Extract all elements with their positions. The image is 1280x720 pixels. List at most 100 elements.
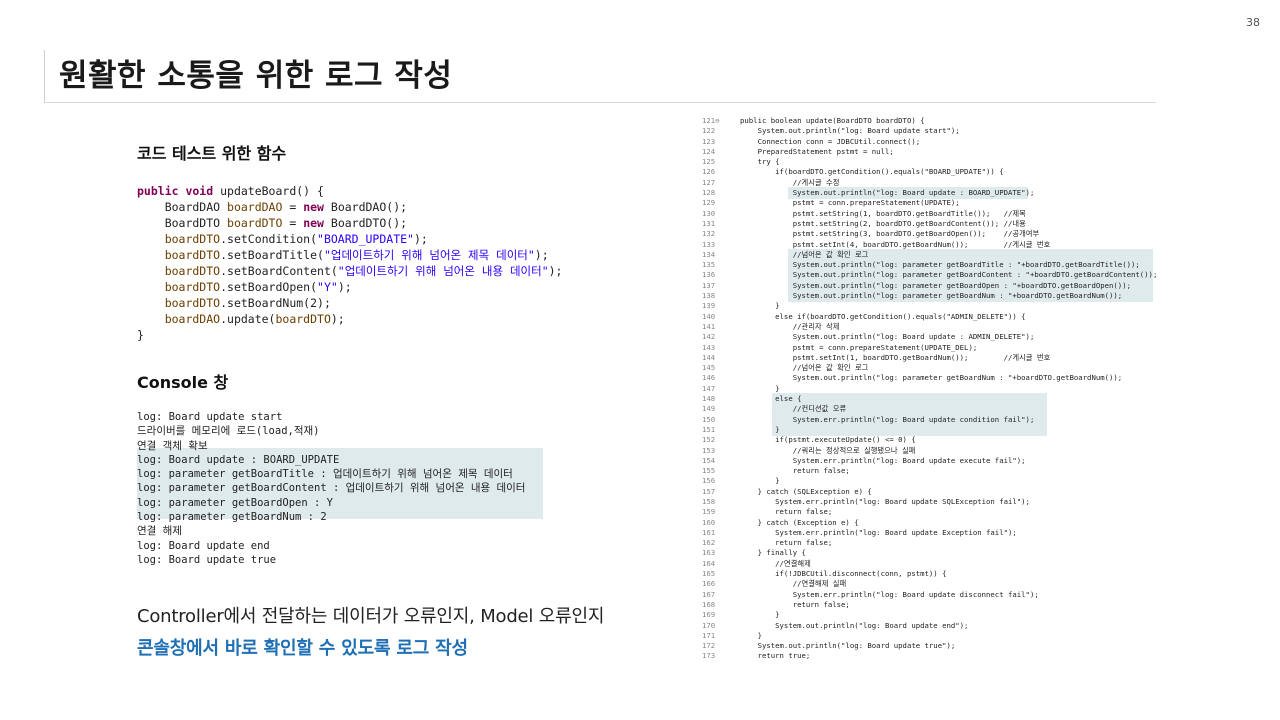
source-code-text: System.err.println("log: Board update co…: [740, 414, 1035, 424]
code-line: }: [137, 327, 657, 343]
code-line: boardDTO.setBoardOpen("Y");: [137, 279, 657, 295]
line-number: 150: [702, 414, 716, 424]
source-code-text: }: [740, 301, 780, 311]
source-code-text: try {: [740, 157, 780, 167]
console-line: log: parameter getBoardContent : 업데이트하기 …: [137, 476, 543, 494]
console-line: log: parameter getBoardNum : 2: [137, 505, 543, 523]
source-code-line: 143 pstmt = conn.prepareStatement(UPDATE…: [700, 343, 1160, 353]
line-number: 123: [702, 136, 716, 146]
line-number: 139: [702, 301, 716, 311]
code-token: "업데이트하기 위해 넘어온 내용 데이터": [337, 264, 549, 278]
code-token: public void: [137, 184, 221, 198]
source-code-line: 152 if(pstmt.executeUpdate() <= 0) {: [700, 435, 1160, 445]
line-number: 161: [702, 527, 716, 537]
console-line: log: Board update start: [137, 405, 657, 423]
line-number: 147: [702, 383, 716, 393]
source-code-line: 171 }: [700, 631, 1160, 641]
code-token: "BOARD_UPDATE": [317, 232, 414, 246]
code-token: =: [282, 200, 304, 214]
line-number: 134: [702, 249, 716, 259]
line-number: 130: [702, 208, 716, 218]
line-number: 121⊖: [702, 116, 720, 125]
source-code-text: pstmt = conn.prepareStatement(UPDATE);: [740, 198, 960, 208]
line-number: 160: [702, 517, 716, 527]
code-line: boardDTO.setBoardContent("업데이트하기 위해 넘어온 …: [137, 263, 657, 279]
code-token: .setCondition(: [220, 232, 318, 246]
source-code-line: 131 pstmt.setString(2, boardDTO.getBoard…: [700, 219, 1160, 229]
code-token: .setBoardOpen(: [220, 280, 318, 294]
source-code-text: PreparedStatement pstmt = null;: [740, 146, 894, 156]
source-code-line: 147 }: [700, 384, 1160, 394]
summary-line-1: Controller에서 전달하는 데이터가 오류인지, Model 오류인지: [137, 606, 605, 627]
source-code-text: } finally {: [740, 548, 806, 558]
source-code-text: pstmt.setString(3, boardDTO.getBoardOpen…: [740, 229, 1040, 239]
line-number: 170: [702, 620, 716, 630]
source-code-text: System.out.println("log: parameter getBo…: [740, 291, 1123, 301]
console-line: log: Board update end: [137, 534, 657, 552]
source-code-line: 123 Connection conn = JDBCUtil.connect()…: [700, 137, 1160, 147]
line-number: 125: [702, 157, 716, 167]
line-number: 157: [702, 486, 716, 496]
code-token: boardDAO: [137, 312, 221, 326]
code-line: boardDAO.update(boardDTO);: [137, 311, 657, 327]
code-token: new: [303, 200, 324, 214]
source-code-text: System.err.println("log: Board update ex…: [740, 455, 1026, 465]
source-code-line: 150 System.err.println("log: Board updat…: [700, 415, 1160, 425]
source-code-text: return false;: [740, 599, 850, 609]
line-number: 154: [702, 455, 716, 465]
source-code-text: pstmt.setString(2, boardDTO.getBoardCont…: [740, 218, 1026, 228]
code-line: boardDTO.setCondition("BOARD_UPDATE");: [137, 231, 657, 247]
summary-line-2: 콘솔창에서 바로 확인할 수 있도록 로그 작성: [137, 638, 468, 659]
source-code-text: } catch (Exception e) {: [740, 517, 859, 527]
line-number: 140: [702, 311, 716, 321]
console-output: log: Board update start 드라이버를 메모리에 로드(loa…: [137, 405, 657, 566]
code-token: BoardDAO: [137, 200, 228, 214]
line-number: 133: [702, 239, 716, 249]
source-code-text: public boolean update(BoardDTO boardDTO)…: [740, 116, 925, 125]
code-token: );: [534, 248, 549, 262]
code-token: boardDTO: [137, 296, 221, 310]
source-code-line: 134 //넘어온 값 확인 로그: [700, 250, 1160, 260]
test-function-code: public void updateBoard() { BoardDAO boa…: [137, 183, 657, 343]
source-code-line: 128 System.out.println("log: Board updat…: [700, 188, 1160, 198]
left-column: 코드 테스트 위한 함수 public void updateBoard() {…: [137, 140, 657, 566]
source-code-line: 133 pstmt.setInt(4, boardDTO.getBoardNum…: [700, 240, 1160, 250]
line-number: 143: [702, 342, 716, 352]
code-line: boardDTO.setBoardNum(2);: [137, 295, 657, 311]
code-token: boardDTO: [137, 248, 221, 262]
source-code-line: 166 //연결해제 실패: [700, 579, 1160, 589]
line-number: 124: [702, 146, 716, 156]
source-code-text: else if(boardDTO.getCondition().equals("…: [740, 311, 1026, 321]
line-number: 146: [702, 373, 716, 383]
line-number: 145: [702, 363, 716, 373]
source-code-text: Connection conn = JDBCUtil.connect();: [740, 136, 921, 146]
code-token: .update(: [220, 312, 276, 326]
code-token: .setBoardTitle(: [220, 248, 324, 262]
source-code-line: 165 if(!JDBCUtil.disconnect(conn, pstmt)…: [700, 569, 1160, 579]
source-code-line: 145 //넘어온 값 확인 로그: [700, 363, 1160, 373]
line-number: 155: [702, 466, 716, 476]
code-token: boardDTO: [275, 312, 331, 326]
source-code-line: 130 pstmt.setString(1, boardDTO.getBoard…: [700, 209, 1160, 219]
line-number: 158: [702, 496, 716, 506]
code-token: }: [137, 328, 144, 342]
source-code-text: System.err.println("log: Board update di…: [740, 589, 1039, 599]
source-code-line: 151 }: [700, 425, 1160, 435]
line-number: 149: [702, 404, 716, 414]
line-number: 172: [702, 641, 716, 651]
line-number: 148: [702, 394, 716, 404]
line-number: 132: [702, 229, 716, 239]
source-code-line: 164 //연결해제: [700, 559, 1160, 569]
source-code-text: pstmt.setString(1, boardDTO.getBoardTitl…: [740, 208, 1026, 218]
line-number: 152: [702, 435, 716, 445]
title-bar: 원활한 소통을 위한 로그 작성: [44, 50, 1156, 103]
code-token: BoardDTO: [137, 216, 228, 230]
source-code-line: 153 //쿼리는 정상적으로 실행됐으나 실패: [700, 446, 1160, 456]
source-code-text: pstmt.setInt(4, boardDTO.getBoardNum());…: [740, 239, 1051, 249]
line-number: 142: [702, 332, 716, 342]
source-code-line: 168 return false;: [700, 600, 1160, 610]
source-code-line: 146 System.out.println("log: parameter g…: [700, 373, 1160, 383]
source-code-text: }: [740, 424, 780, 434]
line-number: 165: [702, 569, 716, 579]
line-number: 136: [702, 270, 716, 280]
